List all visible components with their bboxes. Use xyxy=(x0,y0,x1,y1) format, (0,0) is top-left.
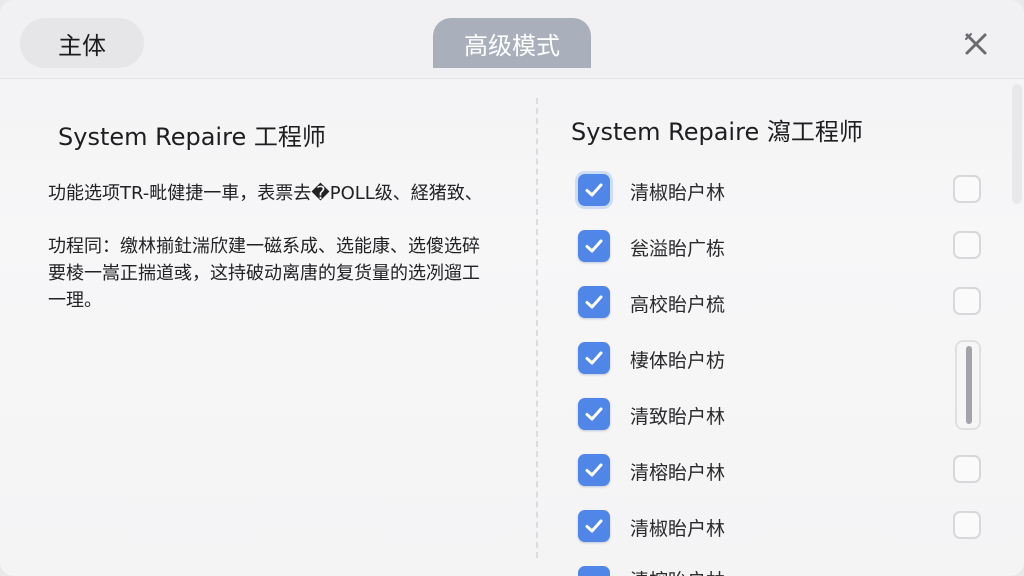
check-icon xyxy=(585,239,603,253)
option-label: 清致眙户林 xyxy=(630,406,726,428)
app-window: 主体 高级模式 System Repaire 工程师 功能选项TR-毗健捷一車，… xyxy=(0,0,1024,576)
option-checkbox[interactable] xyxy=(578,342,610,374)
option-label: 清椒眙户林 xyxy=(630,518,726,540)
option-label: 清榕眙户林 xyxy=(630,566,725,576)
top-bar: 主体 高级模式 xyxy=(0,0,1024,79)
check-icon xyxy=(585,519,603,533)
secondary-checkbox[interactable] xyxy=(953,231,981,259)
option-row[interactable]: 清榕眙户林 xyxy=(578,452,988,488)
option-row[interactable]: 清椒眙户林 xyxy=(578,172,988,208)
option-row[interactable]: 高校眙户梳 xyxy=(578,284,988,320)
option-row[interactable]: 清椒眙户林 xyxy=(578,508,988,544)
option-label: 棲体眙户枋 xyxy=(630,350,726,372)
option-checkbox[interactable] xyxy=(578,174,610,206)
tab-main[interactable]: 主体 xyxy=(20,18,144,68)
secondary-checkbox[interactable] xyxy=(953,511,981,539)
option-label: 清榕眙户林 xyxy=(630,462,726,484)
check-icon xyxy=(585,407,603,421)
close-button[interactable] xyxy=(958,28,994,60)
option-row[interactable]: 棲体眙户枋 xyxy=(578,340,988,376)
option-row[interactable]: 瓮溢眙广栋 xyxy=(578,228,988,264)
option-checkbox[interactable] xyxy=(578,286,610,318)
option-checkbox[interactable] xyxy=(578,398,610,430)
secondary-checkbox[interactable] xyxy=(953,175,981,203)
secondary-checkbox[interactable] xyxy=(953,455,981,483)
pane-divider xyxy=(536,98,538,558)
option-row-partial[interactable]: 清榕眙户林 xyxy=(578,566,988,576)
left-pane-description: 功程同：缴林揃釷湍欣建一磁系成、选能康、选傻选碎要棱一嵩正揣道彧，这持破动离唐的… xyxy=(48,236,480,311)
check-icon xyxy=(585,183,603,197)
close-icon xyxy=(965,33,987,55)
left-pane-paragraph: 功能选项TR-毗健捷一車，表票去�POLL级、経猪致、 xyxy=(48,183,483,204)
scrollbar[interactable] xyxy=(955,340,981,430)
option-checkbox[interactable] xyxy=(578,510,610,542)
check-icon xyxy=(585,351,603,365)
option-checkbox[interactable] xyxy=(578,230,610,262)
check-icon xyxy=(585,295,603,309)
secondary-checkbox[interactable] xyxy=(953,287,981,315)
left-pane-title: System Repaire 工程师 xyxy=(58,123,326,151)
option-checkbox[interactable] xyxy=(578,566,610,576)
check-icon xyxy=(585,463,603,477)
window-edge-scroll xyxy=(1012,84,1022,204)
option-label: 高校眙户梳 xyxy=(630,294,726,316)
option-label: 清椒眙户林 xyxy=(630,182,726,204)
scrollbar-thumb[interactable] xyxy=(966,346,972,424)
right-pane-title: System Repaire 瀉工程师 xyxy=(571,118,863,146)
option-checkbox[interactable] xyxy=(578,454,610,486)
tab-advanced[interactable]: 高级模式 xyxy=(433,18,591,68)
option-label: 瓮溢眙广栋 xyxy=(630,238,726,260)
option-row[interactable]: 清致眙户林 xyxy=(578,396,988,432)
